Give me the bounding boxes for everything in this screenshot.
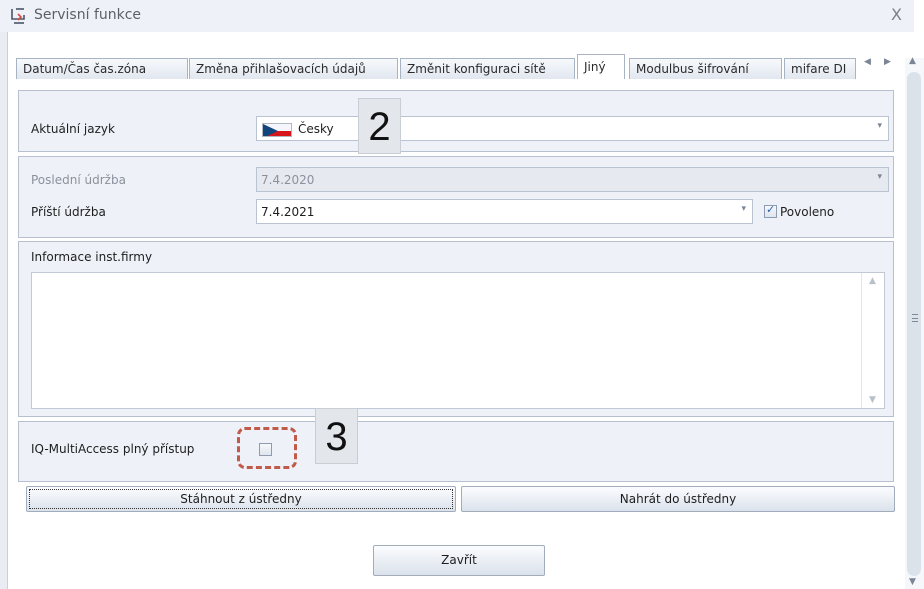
window-scrollbar[interactable]: ▲ ▼ [905,56,924,589]
close-icon[interactable]: X [891,5,902,24]
textarea-scrollbar[interactable]: ▲ ▼ [861,273,885,408]
tab-network[interactable]: Změnit konfiguraci sítě [400,58,575,79]
installer-info-group: Informace inst.firmy ▲ ▼ [18,241,894,417]
callout-2: 2 [358,98,401,154]
tab-left-arrow-icon[interactable]: ◀ [864,57,871,67]
multiaccess-label: IQ-MultiAccess plný přístup [31,442,195,456]
close-button[interactable]: Zavřít [373,545,545,576]
language-label: Aktuální jazyk [31,122,115,136]
language-group: Aktuální jazyk Česky ▾ [18,90,894,152]
scroll-grip-icon [912,314,918,322]
czech-flag-icon [262,123,292,137]
maintenance-group: Poslední údržba 7.4.2020 ▾ Příští údržba… [18,156,894,238]
last-maintenance-value: 7.4.2020 [261,173,315,187]
highlight-dashed-box [237,427,297,469]
tab-mifare[interactable]: mifare DI [784,58,856,79]
tab-login[interactable]: Změna přihlašovacích údajů [189,58,398,79]
scroll-up-icon[interactable]: ▲ [909,56,916,66]
installer-info-label: Informace inst.firmy [31,250,153,264]
tab-right-arrow-icon[interactable]: ▶ [884,57,891,67]
last-maintenance-label: Poslední údržba [31,173,126,187]
window-title: Servisní funkce [34,7,142,23]
language-value: Česky [298,122,334,136]
language-select[interactable]: Česky ▾ [256,116,889,141]
scroll-down-icon[interactable]: ▼ [909,577,916,587]
next-maintenance-date[interactable]: 7.4.2021 ▾ [256,199,753,224]
next-maintenance-label: Příští údržba [31,205,106,219]
service-icon [8,6,28,26]
last-maintenance-field: 7.4.2020 ▾ [256,167,889,192]
upload-button[interactable]: Nahrát do ústředny [461,486,895,512]
chevron-down-icon: ▾ [741,204,746,214]
scroll-thumb[interactable] [907,72,921,576]
enabled-checkbox[interactable]: ✓ [764,203,777,218]
callout-3: 3 [315,408,358,464]
left-rail [0,0,8,589]
tab-other[interactable]: Jiný [577,54,625,79]
tab-modulbus[interactable]: Modulbus šifrování [629,58,782,79]
installer-info-textarea[interactable] [31,272,885,409]
checkmark-icon: ✓ [766,203,776,216]
next-maintenance-value: 7.4.2021 [261,205,315,219]
scroll-up-icon[interactable]: ▲ [869,276,876,286]
enabled-label: Povoleno [780,205,835,219]
title-bar: Servisní funkce X [0,0,914,32]
tab-datetime[interactable]: Datum/Čas čas.zóna [16,58,188,79]
multiaccess-group: IQ-MultiAccess plný přístup [18,421,894,482]
chevron-down-icon: ▾ [877,172,882,182]
scroll-down-icon[interactable]: ▼ [869,395,876,405]
download-button[interactable]: Stáhnout z ústředny [26,486,456,512]
chevron-down-icon: ▾ [877,121,882,131]
